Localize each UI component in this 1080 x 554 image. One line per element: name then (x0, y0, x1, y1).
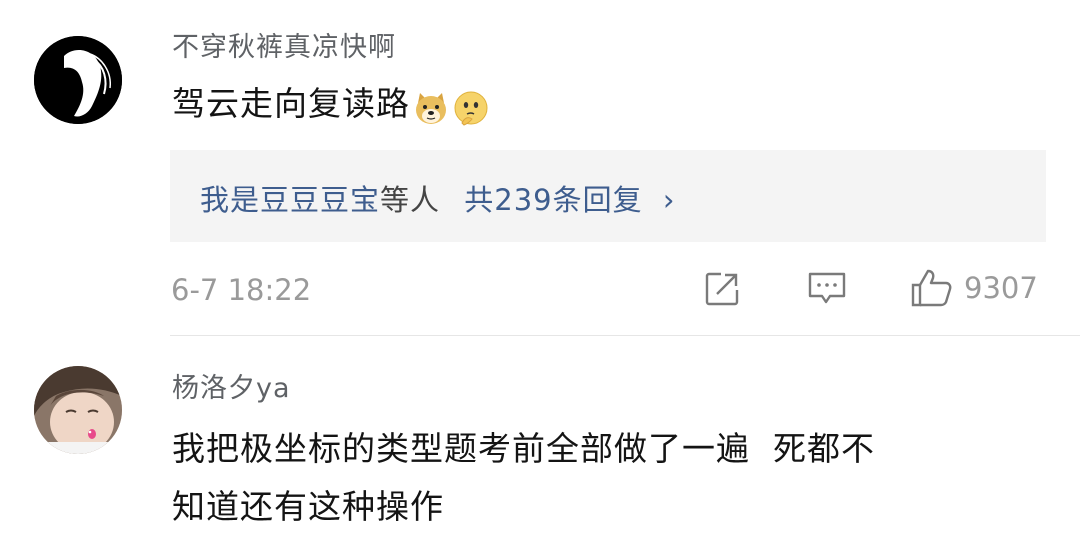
like-button[interactable]: 9307 (910, 268, 1038, 308)
avatar[interactable] (34, 366, 122, 454)
comment-text: 驾云走向复读路 (172, 75, 490, 133)
comment-icon (808, 272, 846, 304)
username[interactable]: 不穿秋裤真凉快啊 (172, 25, 396, 64)
username[interactable]: 杨洛夕ya (172, 366, 291, 405)
share-icon (705, 272, 739, 306)
doge-emoji-icon (412, 87, 450, 125)
reply-preview[interactable]: 我是豆豆豆宝等人 共239条回复 › (170, 150, 1046, 242)
comment-item: 杨洛夕ya 我把极坐标的类型题考前全部做了一遍 死都不 知道还有这种操作 (0, 336, 1080, 554)
comment-text: 知道还有这种操作 (172, 487, 444, 526)
comment-timestamp: 6-7 18:22 (171, 273, 312, 307)
comment-text-content: 驾云走向复读路 (172, 84, 410, 123)
reply-suffix: 等人 (380, 183, 441, 217)
share-button[interactable] (703, 270, 741, 308)
avatar[interactable] (34, 36, 122, 124)
reply-preview-text: 我是豆豆豆宝等人 共239条回复 › (200, 177, 675, 219)
reply-count[interactable]: 共239条回复 (464, 183, 642, 217)
comment-item: 不穿秋裤真凉快啊 驾云走向复读路 我是豆豆豆宝等人 共239条回复 › 6-7 … (0, 0, 1080, 336)
thumbs-up-icon (911, 269, 952, 307)
chevron-right-icon: › (662, 183, 676, 217)
comment-text: 我把极坐标的类型题考前全部做了一遍 死都不 (172, 429, 875, 468)
comment-button[interactable] (806, 270, 848, 308)
like-count: 9307 (964, 271, 1038, 305)
thinking-emoji-icon (452, 87, 490, 126)
reply-names[interactable]: 我是豆豆豆宝 (200, 183, 380, 217)
